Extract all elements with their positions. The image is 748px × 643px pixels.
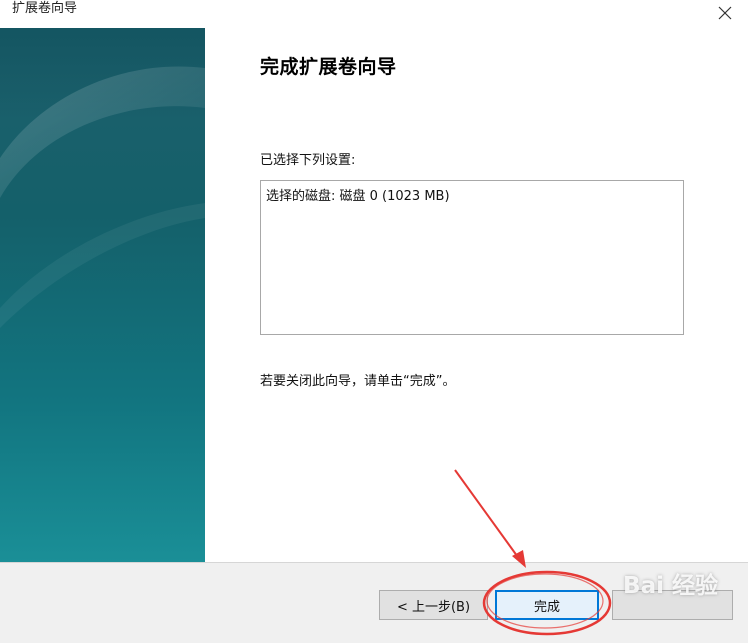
banner-swoosh-graphic [0,28,205,328]
back-button[interactable]: < 上一步(B) [379,590,488,620]
selected-disk-text: 选择的磁盘: 磁盘 0 (1023 MB) [266,189,450,204]
title-bar: 扩展卷向导 [0,0,748,26]
cancel-button[interactable] [612,590,733,620]
close-hint-text: 若要关闭此向导，请单击“完成”。 [260,374,456,389]
wizard-side-banner [0,28,205,562]
wizard-footer: < 上一步(B) 完成 [0,562,748,643]
window-title: 扩展卷向导 [12,1,78,16]
settings-summary-box[interactable]: 选择的磁盘: 磁盘 0 (1023 MB) [260,180,684,335]
wizard-content: 完成扩展卷向导 已选择下列设置: 选择的磁盘: 磁盘 0 (1023 MB) 若… [205,28,748,562]
extend-volume-wizard-window: 扩展卷向导 完成扩展卷向导 已选择下列设置: 选择的磁盘: 磁盘 0 (1023… [0,0,748,643]
close-icon [718,6,732,20]
settings-label: 已选择下列设置: [260,153,356,168]
close-button[interactable] [702,0,748,26]
page-title: 完成扩展卷向导 [260,56,397,78]
finish-button[interactable]: 完成 [495,590,599,620]
